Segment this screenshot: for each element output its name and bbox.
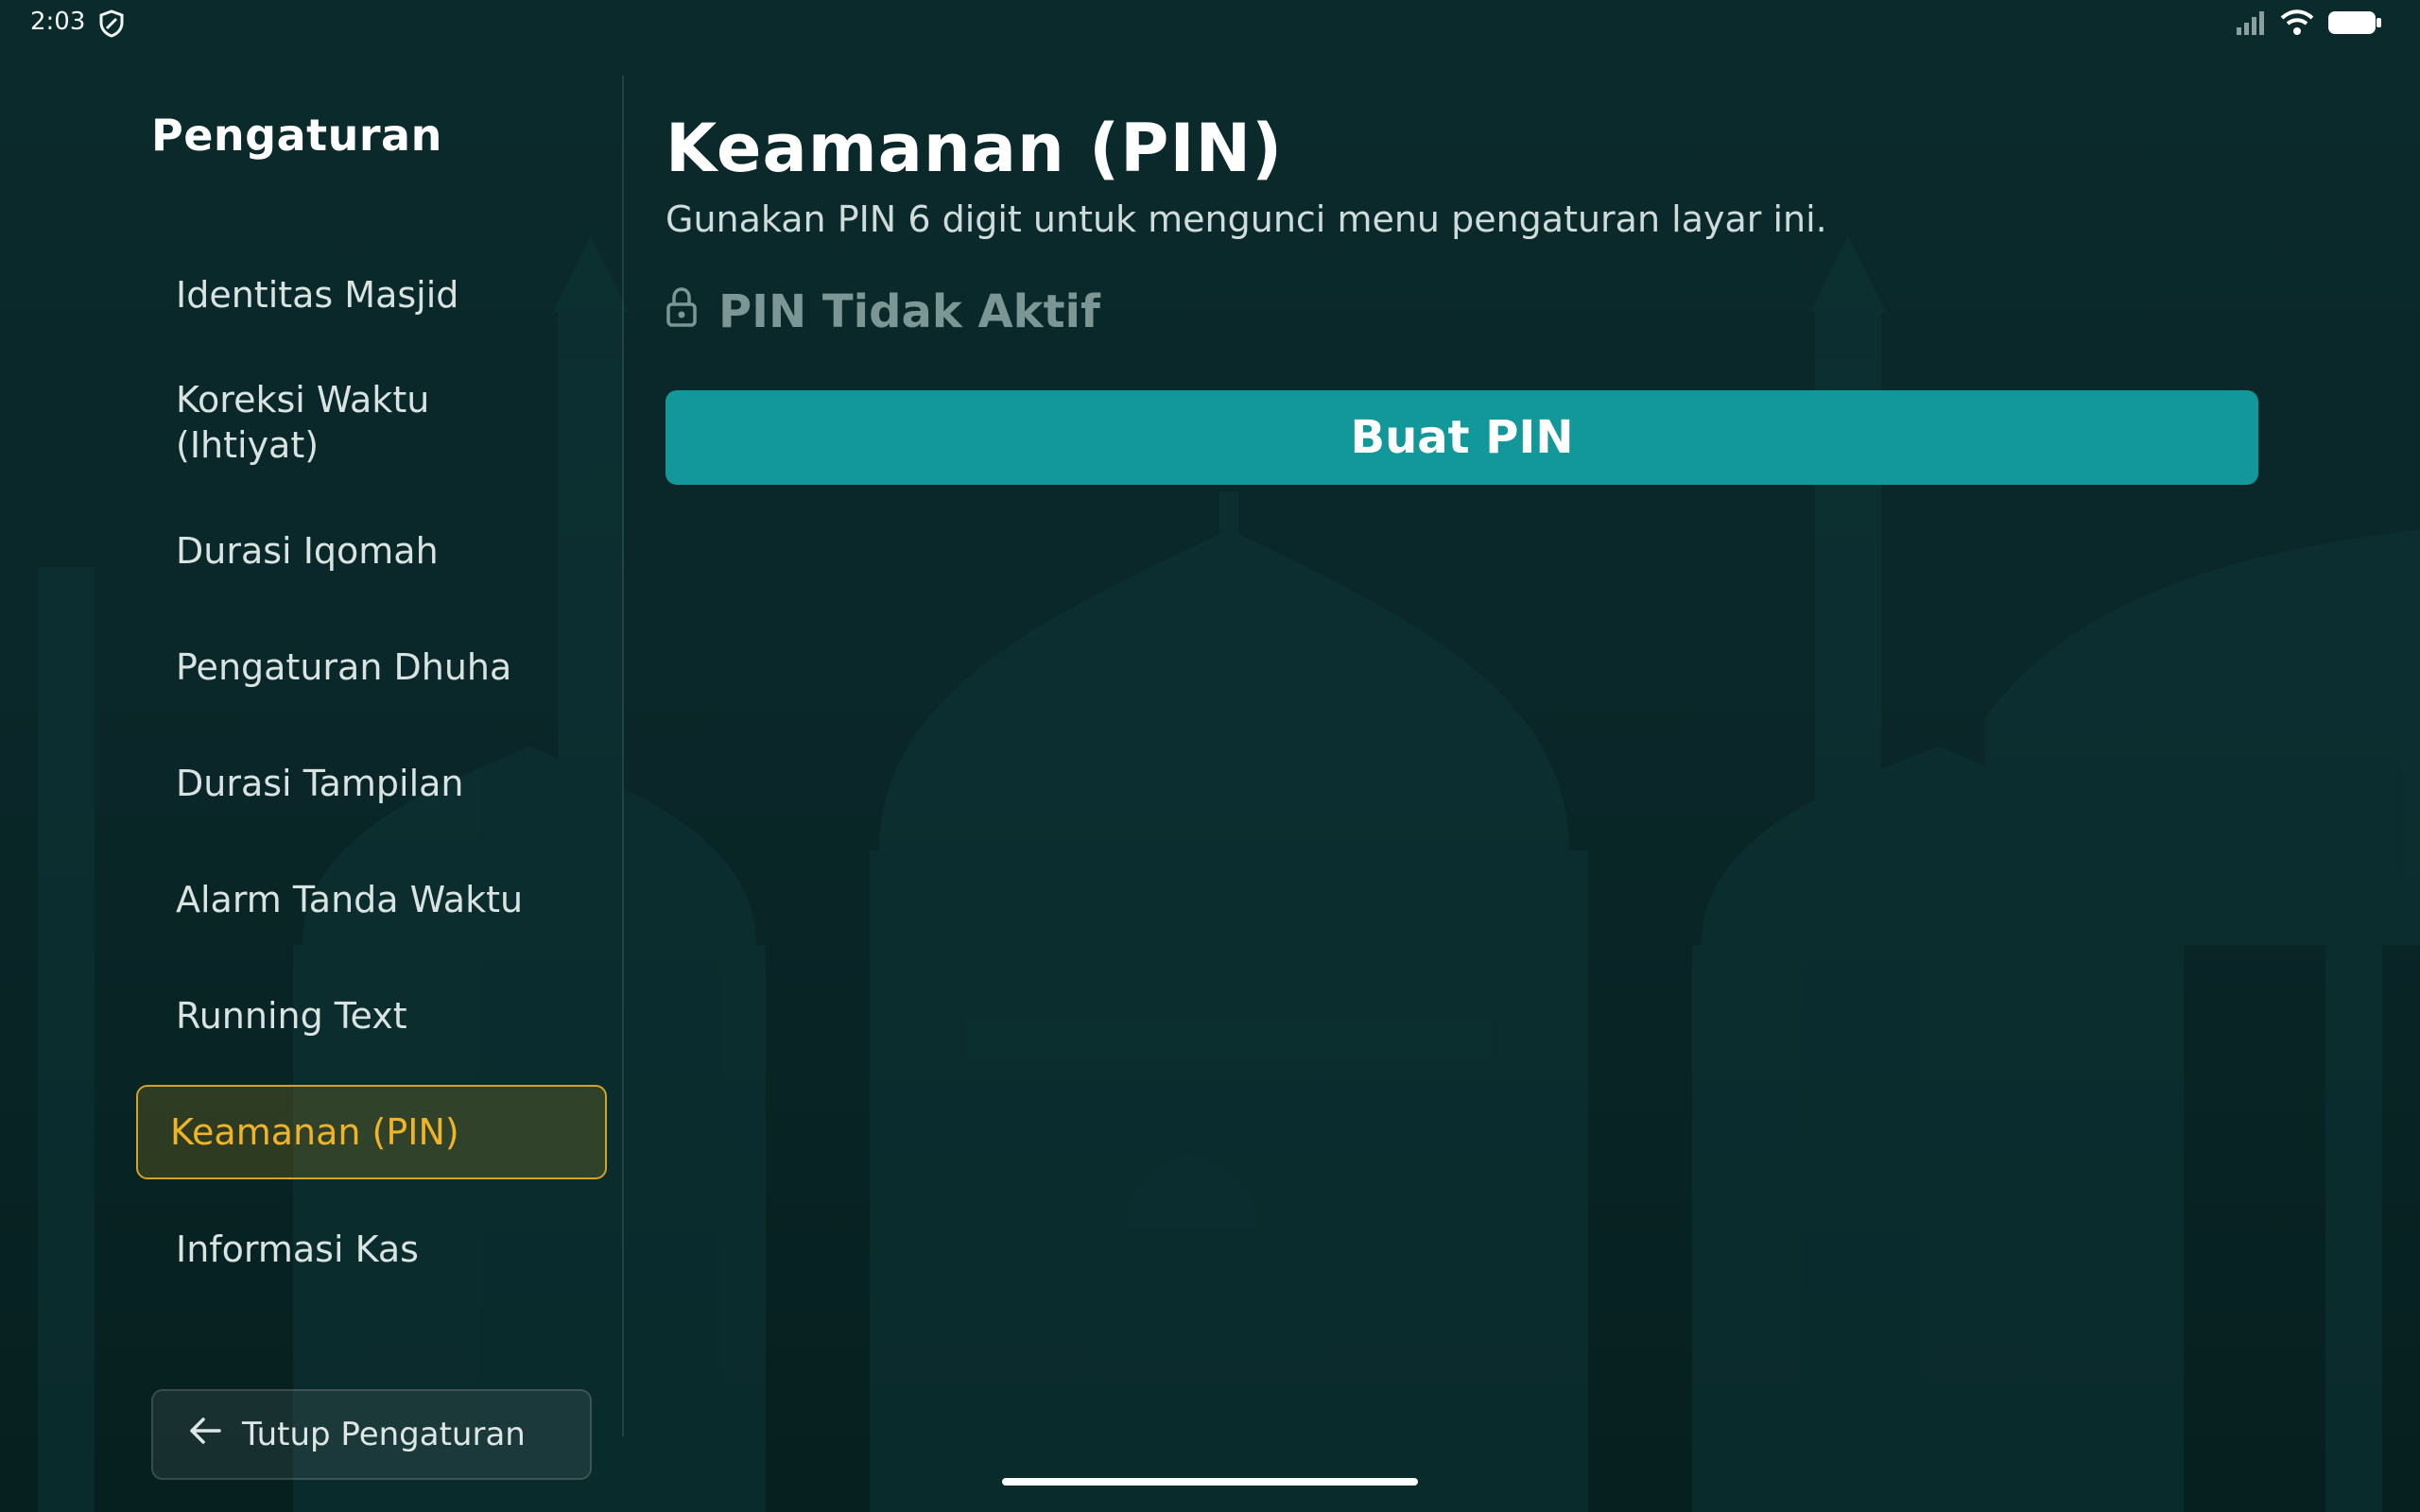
arrow-left-icon <box>187 1416 223 1454</box>
sidebar-item-label: Alarm Tanda Waktu <box>176 878 524 920</box>
settings-sidebar: Pengaturan Identitas Masjid Koreksi Wakt… <box>0 76 624 1480</box>
sidebar-item-label: Koreksi Waktu (Ihtiyat) <box>176 379 430 466</box>
sidebar-item-informasi-kas[interactable]: Informasi Kas <box>136 1191 607 1307</box>
status-time: 2:03 <box>30 8 86 36</box>
battery-icon <box>2327 9 2382 40</box>
pin-status-label: PIN Tidak Aktif <box>718 285 1100 338</box>
status-indicators <box>2235 9 2382 40</box>
sidebar-item-durasi-tampilan[interactable]: Durasi Tampilan <box>136 725 607 841</box>
sidebar-item-pengaturan-dhuha[interactable]: Pengaturan Dhuha <box>136 609 607 725</box>
sidebar-item-label: Durasi Tampilan <box>176 762 464 804</box>
home-indicator[interactable] <box>1002 1478 1418 1486</box>
sidebar-item-label: Identitas Masjid <box>176 273 459 316</box>
sidebar-item-running-text[interactable]: Running Text <box>136 957 607 1074</box>
wifi-icon <box>2280 9 2314 40</box>
lock-icon <box>666 285 698 338</box>
settings-nav-list: Identitas Masjid Koreksi Waktu (Ihtiyat)… <box>136 236 607 1307</box>
sidebar-item-label: Keamanan (PIN) <box>170 1111 459 1153</box>
sidebar-item-label: Running Text <box>176 994 407 1037</box>
page-title: Keamanan (PIN) <box>666 110 1284 187</box>
sidebar-item-label: Durasi Iqomah <box>176 529 439 572</box>
close-settings-button[interactable]: Tutup Pengaturan <box>151 1389 592 1480</box>
sidebar-item-durasi-iqomah[interactable]: Durasi Iqomah <box>136 492 607 609</box>
page-description: Gunakan PIN 6 digit untuk mengunci menu … <box>666 198 1827 240</box>
create-pin-button[interactable]: Buat PIN <box>666 390 2258 485</box>
close-settings-label: Tutup Pengaturan <box>242 1416 526 1453</box>
shield-icon <box>98 9 125 42</box>
signal-icon <box>2235 10 2267 39</box>
sidebar-item-identitas-masjid[interactable]: Identitas Masjid <box>136 236 607 352</box>
pin-status: PIN Tidak Aktif <box>666 285 1100 338</box>
sidebar-item-koreksi-waktu[interactable]: Koreksi Waktu (Ihtiyat) <box>136 352 607 492</box>
sidebar-title: Pengaturan <box>151 110 442 161</box>
sidebar-item-alarm-tanda-waktu[interactable]: Alarm Tanda Waktu <box>136 841 607 957</box>
sidebar-item-keamanan-pin[interactable]: Keamanan (PIN) <box>136 1085 607 1179</box>
status-bar: 2:03 <box>0 0 2420 45</box>
sidebar-item-label: Pengaturan Dhuha <box>176 645 512 688</box>
sidebar-item-label: Informasi Kas <box>176 1228 419 1270</box>
